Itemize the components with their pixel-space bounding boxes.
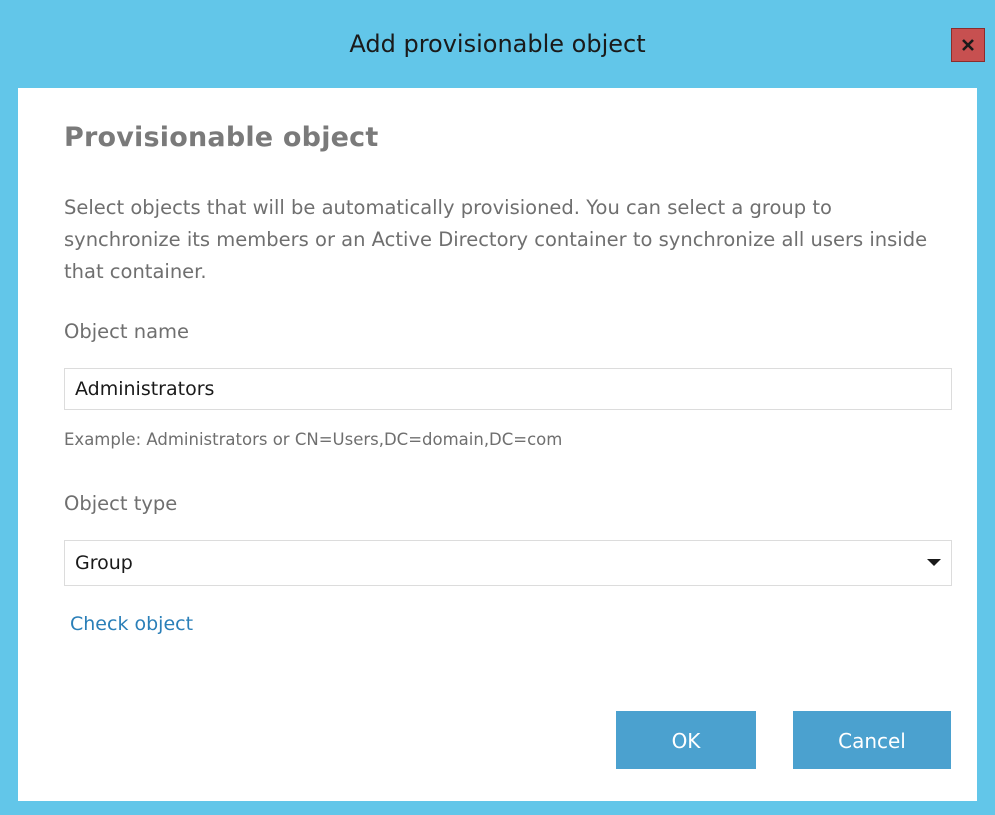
- close-icon: [962, 39, 974, 51]
- object-type-value: Group: [75, 552, 133, 574]
- chevron-down-icon: [927, 559, 941, 566]
- object-name-input[interactable]: [64, 368, 952, 410]
- check-object-link[interactable]: Check object: [70, 613, 193, 635]
- object-name-label: Object name: [64, 320, 190, 343]
- dialog-content: Provisionable object Select objects that…: [18, 88, 977, 801]
- dialog-window: Add provisionable object Provisionable o…: [0, 0, 995, 815]
- object-type-label: Object type: [64, 492, 178, 515]
- object-name-hint: Example: Administrators or CN=Users,DC=d…: [64, 430, 563, 449]
- close-button[interactable]: [951, 28, 985, 62]
- object-type-select[interactable]: Group: [64, 540, 952, 586]
- cancel-button[interactable]: Cancel: [793, 711, 951, 769]
- window-title: Add provisionable object: [349, 30, 646, 58]
- ok-button[interactable]: OK: [616, 711, 756, 769]
- title-bar[interactable]: Add provisionable object: [0, 0, 995, 88]
- description-text: Select objects that will be automaticall…: [64, 196, 928, 283]
- section-heading: Provisionable object: [64, 122, 379, 153]
